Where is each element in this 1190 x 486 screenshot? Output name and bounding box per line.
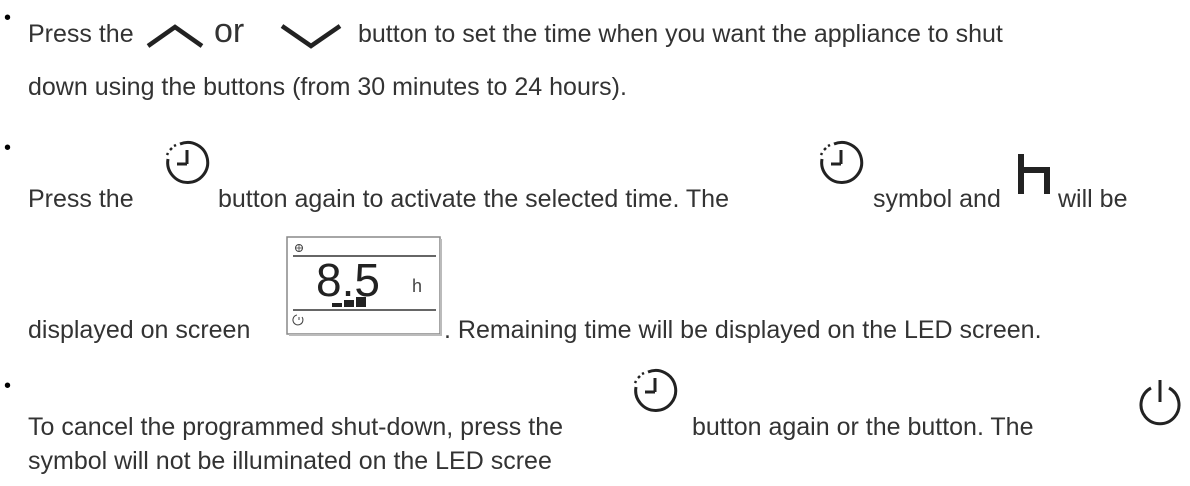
lcd-unit: h (412, 276, 422, 296)
hour-h-icon (1016, 152, 1052, 196)
p2-text-again: button again to activate the selected ti… (218, 185, 729, 213)
p1-text-rest: button to set the time when you want the… (358, 20, 1003, 48)
p2-text-press: Press the (28, 185, 134, 213)
power-icon (1136, 378, 1184, 430)
lcd-value: 8.5 (316, 254, 380, 306)
p2-line2-b: . Remaining time will be displayed on th… (444, 316, 1042, 344)
chevron-up-icon (146, 24, 204, 48)
lcd-display-icon: 8.5 h (286, 236, 444, 340)
p3-line2: symbol will not be illuminated on the LE… (28, 447, 552, 475)
bullet: • (4, 7, 12, 29)
p3-text-cancel: To cancel the programmed shut-down, pres… (28, 413, 563, 441)
chevron-down-icon (280, 23, 342, 49)
bullet: • (4, 137, 12, 159)
bullet: • (4, 375, 12, 397)
timer-icon (632, 368, 678, 414)
p1-line2: down using the buttons (from 30 minutes … (28, 73, 627, 101)
p1-or: or (214, 12, 245, 50)
p2-line2-a: displayed on screen (28, 316, 251, 344)
p2-text-symbol: symbol and (873, 185, 1001, 213)
timer-icon (164, 140, 210, 186)
p3-text-again: button again or the button. The (692, 413, 1034, 441)
p2-text-willbe: will be (1058, 185, 1128, 213)
p1-text-press: Press the (28, 20, 134, 48)
timer-icon (818, 140, 864, 186)
